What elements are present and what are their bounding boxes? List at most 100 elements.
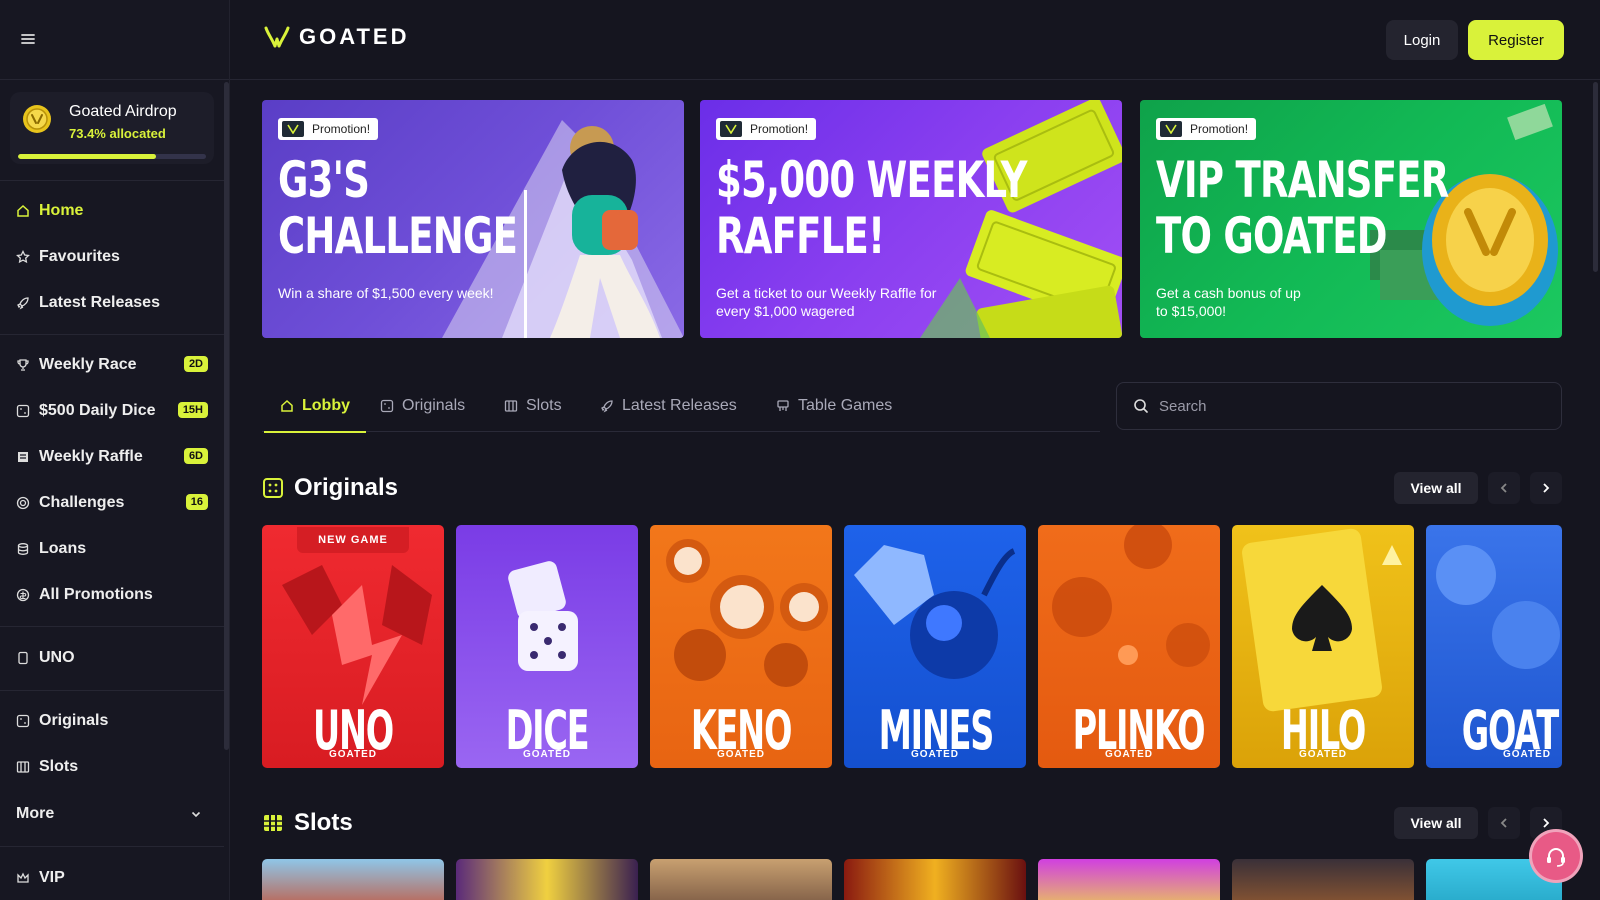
chevron-left-icon [1500,818,1507,828]
sidebar-item-label: All Promotions [39,586,153,603]
airdrop-progress-fill [18,154,156,159]
timer-badge: 15H [177,402,208,418]
sidebar-item-label: Home [39,202,84,219]
game-brand: GOATED [1298,749,1348,760]
sidebar-scrollbar[interactable] [224,82,229,750]
star-icon [16,250,30,264]
goated-logo[interactable]: GOATED [263,24,409,50]
goat-logo-icon [720,121,742,137]
game-brand: GOATED [522,749,572,760]
chevron-right-icon [1543,483,1550,493]
slot-game-card[interactable] [1038,859,1220,900]
tab-label: Latest Releases [622,397,737,414]
promotion-tag-label: Promotion! [750,122,809,136]
goat-logo-icon [282,121,304,137]
sidebar-item-latest-releases[interactable]: Latest Releases [16,288,212,318]
game-card-uno[interactable]: NEW GAME UNO GOATED [262,525,444,768]
tab-label: Slots [526,397,562,414]
sidebar-item-more[interactable]: More [16,799,212,829]
originals-next-button[interactable] [1530,472,1562,504]
top-header: GOATED Login Register [230,0,1600,80]
slots-view-all-button[interactable]: View all [1394,807,1478,839]
airdrop-title: Goated Airdrop [69,103,177,120]
slots-prev-button[interactable] [1488,807,1520,839]
sidebar-item-daily-dice[interactable]: $500 Daily Dice 15H [16,396,212,426]
sidebar-item-favourites[interactable]: Favourites [16,242,212,272]
sidebar-item-loans[interactable]: Loans [16,534,212,564]
table-icon [776,399,790,413]
dice-icon [262,477,284,499]
sidebar-item-challenges[interactable]: Challenges 16 [16,488,212,518]
tab-latest-releases[interactable]: Latest Releases [600,380,737,432]
originals-carousel: NEW GAME UNO GOATED DICE GOATED KENO GOA… [262,525,1562,768]
sidebar: Goated Airdrop 73.4% allocated Home Favo… [0,0,230,900]
game-card-hilo[interactable]: HILO GOATED [1232,525,1414,768]
chevron-down-icon [190,808,202,820]
banner-headline-line: TO GOATED [1156,207,1387,265]
game-card-dice[interactable]: DICE GOATED [456,525,638,768]
sidebar-item-all-promotions[interactable]: All Promotions [16,580,212,610]
game-card-mines[interactable]: MINES GOATED [844,525,1026,768]
sidebar-item-label: Loans [39,540,87,557]
slot-game-card[interactable] [262,859,444,900]
home-icon [280,399,294,413]
banner-headline-line: VIP TRANSFER [1156,151,1449,209]
sidebar-item-weekly-raffle[interactable]: Weekly Raffle 6D [16,442,212,472]
rocket-icon [16,296,30,310]
main-scrollbar[interactable] [1593,82,1598,272]
sidebar-item-uno[interactable]: UNO [16,643,212,673]
target-icon [16,496,30,510]
tab-lobby[interactable]: Lobby [264,380,366,433]
tab-label: Originals [402,397,466,414]
promo-banner-raffle[interactable]: Promotion! $5,000 WEEKLY RAFFLE! Get a ti… [700,100,1122,338]
sidebar-divider [0,180,224,181]
game-card-goat[interactable]: GOAT GOATED [1426,525,1562,768]
game-brand: GOATED [716,749,766,760]
sidebar-item-label: Originals [39,712,109,729]
game-card-keno[interactable]: KENO GOATED [650,525,832,768]
sidebar-item-originals[interactable]: Originals [16,706,212,736]
slot-game-card[interactable] [844,859,1026,900]
chevron-left-icon [1500,483,1507,493]
airdrop-card[interactable]: Goated Airdrop 73.4% allocated [10,92,214,164]
originals-view-all-button[interactable]: View all [1394,472,1478,504]
register-button[interactable]: Register [1468,20,1564,60]
slot-game-card[interactable] [650,859,832,900]
search-box[interactable] [1116,382,1562,430]
search-input[interactable] [1159,397,1539,415]
tab-slots[interactable]: Slots [504,380,562,432]
slots-icon [504,399,518,413]
tab-table-games[interactable]: Table Games [776,380,892,432]
airdrop-allocated: 73.4% allocated [69,126,166,141]
goat-coin-icon [22,104,52,134]
promo-banner-challenge[interactable]: Promotion! G3'S CHALLENGE Win a share of … [262,100,684,338]
sidebar-item-label: Challenges [39,494,125,511]
new-game-label: NEW GAME [318,534,388,546]
banner-description: Win a share of $1,500 every week! [278,285,494,301]
section-title: Originals [294,474,399,501]
sidebar-item-slots[interactable]: Slots [16,752,212,782]
live-support-button[interactable] [1532,832,1580,880]
slot-game-card[interactable] [1232,859,1414,900]
game-brand: GOATED [328,749,378,760]
game-card-plinko[interactable]: PLINKO GOATED [1038,525,1220,768]
sidebar-item-label: Weekly Race [39,356,137,373]
login-button[interactable]: Login [1386,20,1458,60]
promo-banner-vip-transfer[interactable]: Promotion! VIP TRANSFER TO GOATED Get a c… [1140,100,1562,338]
originals-section-header: Originals [262,470,398,506]
slot-game-card[interactable] [456,859,638,900]
promotion-tag: Promotion! [716,118,817,140]
sidebar-item-weekly-race[interactable]: Weekly Race 2D [16,350,212,380]
menu-icon[interactable] [17,28,39,50]
sidebar-divider [0,690,224,691]
timer-badge: 2D [183,356,208,372]
sidebar-item-home[interactable]: Home [16,196,212,226]
game-brand: GOATED [910,749,960,760]
banner-headline: $5,000 WEEKLY RAFFLE! [716,152,1101,264]
tab-originals[interactable]: Originals [380,380,465,432]
count-badge: 16 [185,494,208,510]
originals-prev-button[interactable] [1488,472,1520,504]
banner-headline-line: $5,000 WEEKLY [716,151,1027,209]
sidebar-item-vip[interactable]: VIP [16,863,212,893]
coins-icon [16,542,30,556]
